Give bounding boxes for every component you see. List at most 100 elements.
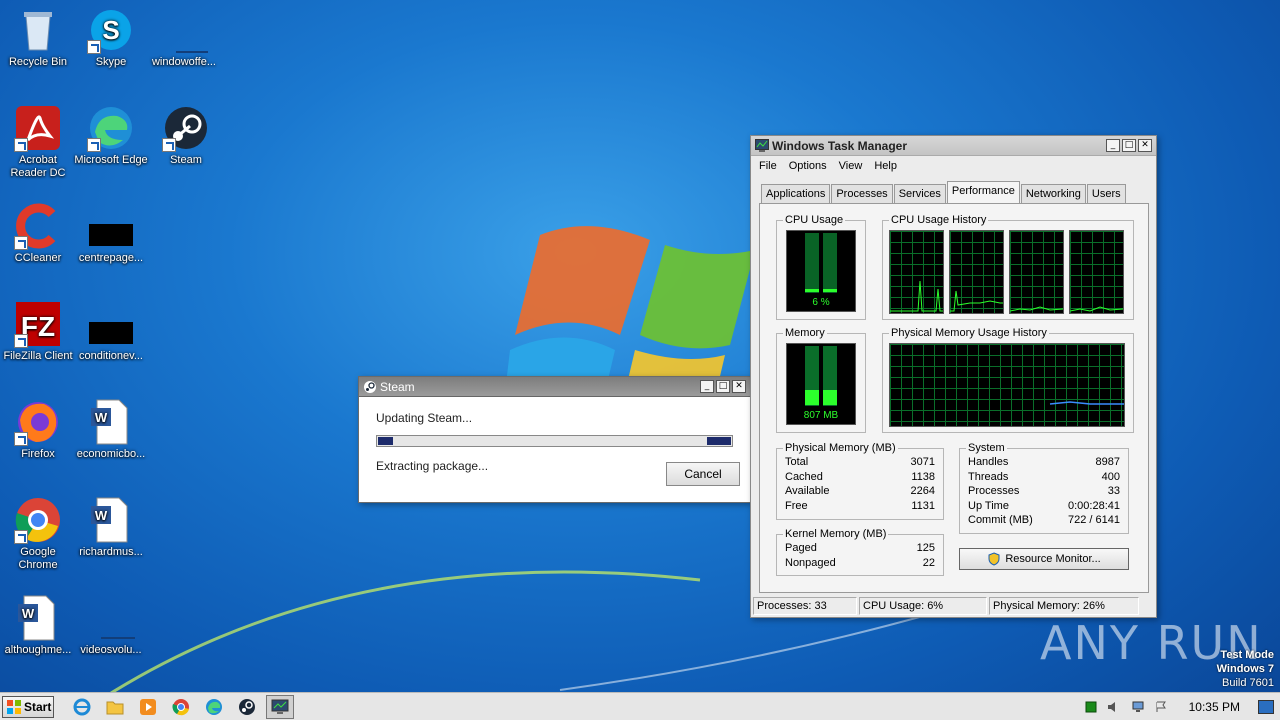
memory-meter: 807 MB: [786, 343, 856, 425]
start-button[interactable]: Start: [2, 695, 54, 718]
desktop-icon-videosvolu[interactable]: videosvolu...: [73, 594, 149, 657]
tab-users[interactable]: Users: [1086, 184, 1126, 203]
speaker-icon[interactable]: [1107, 701, 1121, 713]
resource-monitor-label: Resource Monitor...: [1005, 553, 1101, 565]
desktop-icon-filezilla[interactable]: FZ FileZilla Client: [0, 300, 76, 363]
steam-icon: [364, 380, 376, 393]
clock[interactable]: 10:35 PM: [1189, 700, 1240, 714]
desktop-icon-steam[interactable]: Steam: [148, 104, 224, 167]
stat-label: Paged: [785, 542, 817, 554]
maximize-button[interactable]: □: [1122, 139, 1136, 152]
task-manager-icon: [271, 699, 289, 714]
desktop-icon-label: CCleaner: [14, 252, 62, 264]
desktop-icon-chrome[interactable]: Google Chrome: [0, 496, 76, 572]
word-doc-icon: W: [18, 595, 55, 641]
minimize-button[interactable]: _: [1106, 139, 1120, 152]
desktop-icon-windowoffe[interactable]: windowoffe...: [146, 6, 222, 69]
memory-value: 807 MB: [803, 410, 839, 421]
tab-networking[interactable]: Networking: [1020, 184, 1086, 203]
stat-row-commit: Commit (MB) 722 / 6141: [968, 514, 1120, 529]
network-icon[interactable]: [1131, 701, 1145, 713]
svg-text:S: S: [102, 15, 119, 45]
stat-label: Up Time: [968, 499, 1009, 512]
cpu-history-group: CPU Usage History: [882, 214, 1134, 320]
desktop-icon-economicbo[interactable]: W economicbo...: [73, 398, 149, 461]
stat-row-processes: Processes 33: [968, 485, 1120, 500]
task-manager-titlebar[interactable]: Windows Task Manager _ □ ✕: [751, 136, 1156, 156]
status-bar: Processes: 33 CPU Usage: 6% Physical Mem…: [753, 597, 1154, 615]
tab-performance[interactable]: Performance: [946, 181, 1020, 203]
performance-panel: CPU Usage 6 % CPU Usage History Memory 8…: [759, 203, 1149, 593]
taskbar: Start 10:35 PM: [0, 692, 1280, 720]
desktop-icon-label: althoughme...: [4, 644, 72, 656]
progress-marquee: [707, 437, 731, 445]
minimize-button[interactable]: _: [700, 380, 714, 393]
tab-services[interactable]: Services: [893, 184, 946, 203]
stat-label: Commit (MB): [968, 514, 1033, 526]
os-info: Test Mode Windows 7 Build 7601: [1217, 648, 1274, 690]
status-physical-memory: Physical Memory: 26%: [989, 597, 1139, 615]
menu-view[interactable]: View: [839, 160, 863, 172]
desktop-icon-label: Steam: [170, 154, 202, 166]
close-button[interactable]: ✕: [732, 380, 746, 393]
resource-monitor-button[interactable]: Resource Monitor...: [959, 548, 1129, 570]
menu-help[interactable]: Help: [874, 160, 897, 172]
desktop-icon-richardmus[interactable]: W richardmus...: [73, 496, 149, 559]
stat-row-free: Free 1131: [785, 500, 935, 515]
task-manager-icon: [755, 139, 769, 152]
task-manager-tray-icon[interactable]: [1085, 701, 1097, 713]
physical-memory-group: Physical Memory (MB) Total 3071 Cached 113…: [776, 442, 944, 520]
steam-status-text: Updating Steam...: [376, 411, 473, 425]
taskbar-edge[interactable]: [200, 695, 228, 719]
windows-version-text: Windows 7: [1216, 663, 1274, 675]
desktop-icon-firefox[interactable]: Firefox: [0, 398, 76, 461]
stat-row-total: Total 3071: [785, 456, 935, 471]
show-desktop-button[interactable]: [1258, 700, 1274, 714]
steam-titlebar[interactable]: Steam _ □ ✕: [359, 377, 750, 397]
desktop-icon-recycle-bin[interactable]: Recycle Bin: [0, 6, 76, 69]
close-button[interactable]: ✕: [1138, 139, 1152, 152]
memory-group: Memory 807 MB: [776, 327, 866, 433]
desktop-icon-ccleaner[interactable]: CCleaner: [0, 202, 76, 265]
folder-icon: [106, 701, 124, 714]
menu-bar: File Options View Help: [751, 156, 1156, 176]
cpu-history-graph-core-4: [1069, 230, 1124, 314]
memory-meter-bars: [805, 346, 837, 406]
taskbar-steam[interactable]: [233, 695, 261, 719]
cancel-button[interactable]: Cancel: [666, 462, 740, 486]
system-tray: 10:35 PM: [1085, 695, 1280, 719]
taskbar-chrome[interactable]: [167, 695, 195, 719]
stat-row-paged: Paged 125: [785, 542, 935, 557]
flag-icon[interactable]: [1155, 701, 1167, 713]
tab-applications[interactable]: Applications: [761, 184, 831, 203]
stat-row-handles: Handles 8987: [968, 456, 1120, 471]
stat-row-threads: Threads 400: [968, 471, 1120, 486]
recycle-bin-icon: [24, 12, 52, 51]
word-doc-icon: W: [91, 399, 128, 445]
kernel-memory-group: Kernel Memory (MB) Paged 125 Nonpaged 22: [776, 528, 944, 576]
menu-file[interactable]: File: [759, 160, 777, 172]
stat-row-nonpaged: Nonpaged 22: [785, 557, 935, 572]
desktop-icon-althoughme[interactable]: W althoughme...: [0, 594, 76, 657]
stat-label: Processes: [968, 485, 1020, 497]
desktop-icon-conditionev[interactable]: conditionev...: [73, 300, 149, 363]
desktop-icon-skype[interactable]: S Skype: [73, 6, 149, 69]
tab-processes[interactable]: Processes: [831, 184, 893, 203]
maximize-button[interactable]: □: [716, 380, 730, 393]
taskbar-explorer[interactable]: [101, 695, 129, 719]
taskbar-task-manager[interactable]: [266, 694, 294, 719]
svg-text:W: W: [95, 508, 108, 523]
desktop-icon-edge[interactable]: Microsoft Edge: [73, 104, 149, 167]
ie-icon: [73, 698, 91, 715]
stat-value: 8987: [1095, 456, 1120, 468]
desktop-icon-acrobat[interactable]: Acrobat Reader DC: [0, 104, 76, 180]
build-text: Build 7601: [1222, 677, 1274, 689]
memory-history-label: Physical Memory Usage History: [889, 327, 1049, 339]
menu-options[interactable]: Options: [789, 160, 827, 172]
taskbar-ie[interactable]: [68, 695, 96, 719]
stat-value: 0:00:28:41: [1068, 499, 1120, 512]
media-player-icon: [140, 698, 156, 715]
physical-memory-label: Physical Memory (MB): [783, 442, 898, 454]
desktop-icon-centrepage[interactable]: centrepage...: [73, 202, 149, 265]
taskbar-media-player[interactable]: [134, 695, 162, 719]
